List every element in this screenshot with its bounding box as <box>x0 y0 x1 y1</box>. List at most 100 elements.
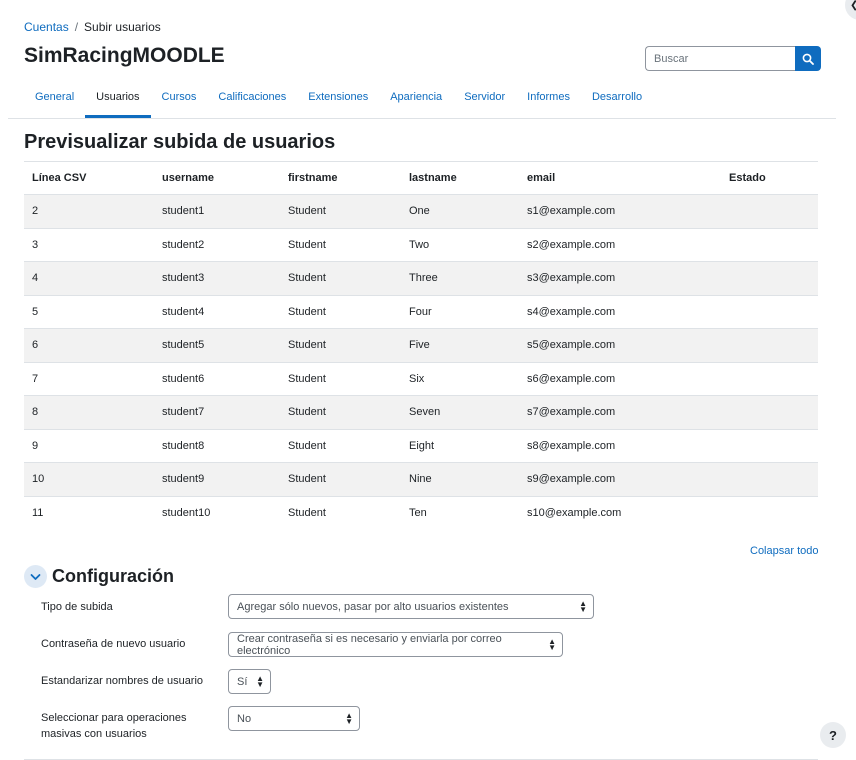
cell-line: 3 <box>24 227 154 262</box>
breadcrumb: Cuentas / Subir usuarios <box>24 20 161 34</box>
cell-status <box>721 328 818 362</box>
cell-firstname: Student <box>280 261 401 295</box>
table-row: 4 student3 Student Three s3@example.com <box>24 261 818 295</box>
bulk-operations-select[interactable]: No ▲ ▼ <box>228 706 360 731</box>
new-password-label: Contraseña de nuevo usuario <box>41 638 186 650</box>
breadcrumb-item-cuentas[interactable]: Cuentas <box>24 20 69 34</box>
tab-extensiones[interactable]: Extensiones <box>297 82 379 118</box>
cell-status <box>721 361 818 396</box>
tab-cursos[interactable]: Cursos <box>151 82 208 118</box>
cell-status <box>721 395 818 429</box>
configuration-heading: Configuración <box>52 566 174 586</box>
cell-status <box>721 428 818 463</box>
collapse-all-link[interactable]: Colapsar todo <box>750 545 819 557</box>
select-arrows-icon: ▲ ▼ <box>345 710 353 726</box>
cell-username: student5 <box>154 328 280 362</box>
cell-firstname: Student <box>280 495 401 530</box>
tab-usuarios[interactable]: Usuarios <box>85 82 151 118</box>
cell-line: 8 <box>24 395 154 429</box>
standardise-usernames-value: Sí <box>237 675 248 688</box>
cell-line: 5 <box>24 294 154 329</box>
cell-line: 2 <box>24 194 154 228</box>
column-header-username: username <box>154 161 280 195</box>
cell-lastname: Three <box>401 261 519 295</box>
search-input[interactable] <box>645 46 795 71</box>
cell-firstname: Student <box>280 395 401 429</box>
search-bar <box>645 46 821 71</box>
configuration-collapse-button[interactable] <box>24 565 47 588</box>
tab-desarrollo[interactable]: Desarrollo <box>581 82 653 118</box>
tab-calificaciones[interactable]: Calificaciones <box>207 82 297 118</box>
cell-firstname: Student <box>280 428 401 463</box>
cell-line: 11 <box>24 495 154 530</box>
cell-username: student10 <box>154 495 280 530</box>
cell-status <box>721 194 818 228</box>
tab-apariencia[interactable]: Apariencia <box>379 82 453 118</box>
cell-line: 10 <box>24 462 154 496</box>
tab-servidor[interactable]: Servidor <box>453 82 516 118</box>
table-row: 2 student1 Student One s1@example.com <box>24 194 818 228</box>
cell-firstname: Student <box>280 194 401 228</box>
cell-lastname: Seven <box>401 395 519 429</box>
cell-username: student1 <box>154 194 280 228</box>
page-title: Previsualizar subida de usuarios <box>24 131 336 153</box>
cell-firstname: Student <box>280 361 401 396</box>
table-row: 9 student8 Student Eight s8@example.com <box>24 428 818 463</box>
cell-lastname: Nine <box>401 462 519 496</box>
new-password-select[interactable]: Crear contraseña si es necesario y envia… <box>228 632 563 657</box>
upload-type-select[interactable]: Agregar sólo nuevos, pasar por alto usua… <box>228 594 594 619</box>
cell-firstname: Student <box>280 294 401 329</box>
select-arrows-icon: ▲ ▼ <box>548 636 556 652</box>
cell-email: s9@example.com <box>519 462 721 496</box>
help-button[interactable]: ? <box>820 722 846 748</box>
breadcrumb-item-current: Subir usuarios <box>84 20 161 34</box>
search-button[interactable] <box>795 46 821 71</box>
select-arrows-icon: ▲ ▼ <box>579 598 587 614</box>
table-row: 10 student9 Student Nine s9@example.com <box>24 462 818 496</box>
table-row: 7 student6 Student Six s6@example.com <box>24 361 818 396</box>
cell-username: student3 <box>154 261 280 295</box>
column-header-email: email <box>519 161 721 195</box>
cell-username: student9 <box>154 462 280 496</box>
cell-status <box>721 495 818 530</box>
preview-table: Línea CSV username firstname lastname em… <box>24 161 818 530</box>
cell-lastname: Ten <box>401 495 519 530</box>
cell-status <box>721 261 818 295</box>
standardise-usernames-select[interactable]: Sí ▲ ▼ <box>228 669 271 694</box>
breadcrumb-separator: / <box>74 20 79 34</box>
select-arrows-icon: ▲ ▼ <box>256 673 264 689</box>
table-row: 6 student5 Student Five s5@example.com <box>24 328 818 362</box>
cell-lastname: Five <box>401 328 519 362</box>
column-header-estado: Estado <box>721 161 818 195</box>
cell-lastname: One <box>401 194 519 228</box>
cell-email: s2@example.com <box>519 227 721 262</box>
cell-line: 4 <box>24 261 154 295</box>
cell-email: s5@example.com <box>519 328 721 362</box>
upload-type-value: Agregar sólo nuevos, pasar por alto usua… <box>237 600 509 613</box>
table-header-row: Línea CSV username firstname lastname em… <box>24 161 818 195</box>
chevron-down-icon <box>30 573 41 580</box>
cell-line: 7 <box>24 361 154 396</box>
column-header-lastname: lastname <box>401 161 519 195</box>
cell-lastname: Four <box>401 294 519 329</box>
cell-email: s4@example.com <box>519 294 721 329</box>
cell-line: 6 <box>24 328 154 362</box>
table-row: 5 student4 Student Four s4@example.com <box>24 294 818 329</box>
cell-username: student8 <box>154 428 280 463</box>
cell-username: student7 <box>154 395 280 429</box>
standardise-usernames-label: Estandarizar nombres de usuario <box>41 675 204 687</box>
tab-general[interactable]: General <box>24 82 85 118</box>
tab-informes[interactable]: Informes <box>516 82 581 118</box>
drawer-toggle-button[interactable]: ❮ <box>845 0 856 20</box>
site-title: SimRacingMOODLE <box>24 44 225 67</box>
table-row: 8 student7 Student Seven s7@example.com <box>24 395 818 429</box>
column-header-linea-csv: Línea CSV <box>24 161 154 195</box>
cell-lastname: Two <box>401 227 519 262</box>
cell-status <box>721 462 818 496</box>
table-row: 11 student10 Student Ten s10@example.com <box>24 495 818 530</box>
cell-username: student2 <box>154 227 280 262</box>
bulk-operations-value: No <box>237 712 252 725</box>
cell-email: s3@example.com <box>519 261 721 295</box>
search-icon <box>802 53 814 65</box>
cell-email: s8@example.com <box>519 428 721 463</box>
